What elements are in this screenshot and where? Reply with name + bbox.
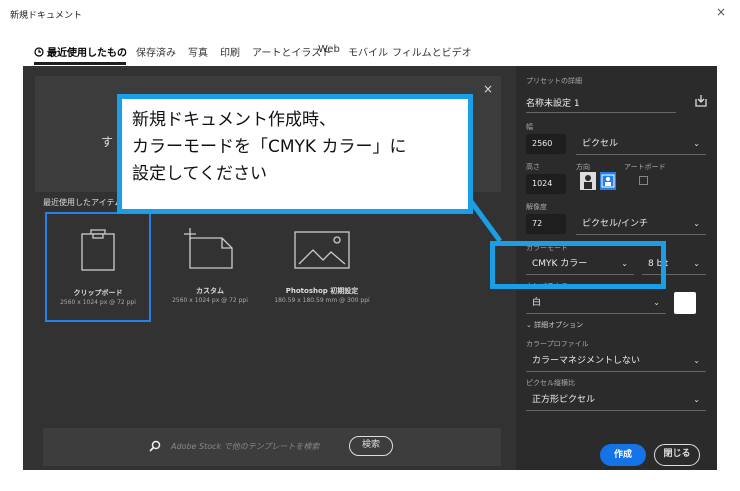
callout-text: 新規ドキュメント作成時、 カラーモードを「CMYK カラー」に 設定してください [132,107,406,188]
instruction-callout: 新規ドキュメント作成時、 カラーモードを「CMYK カラー」に 設定してください [117,94,473,214]
color-mode-highlight [490,241,666,289]
callout-line: カラーモードを「CMYK カラー」に [132,137,407,157]
callout-line: 新規ドキュメント作成時、 [132,110,336,130]
callout-line: 設定してください [132,164,267,184]
